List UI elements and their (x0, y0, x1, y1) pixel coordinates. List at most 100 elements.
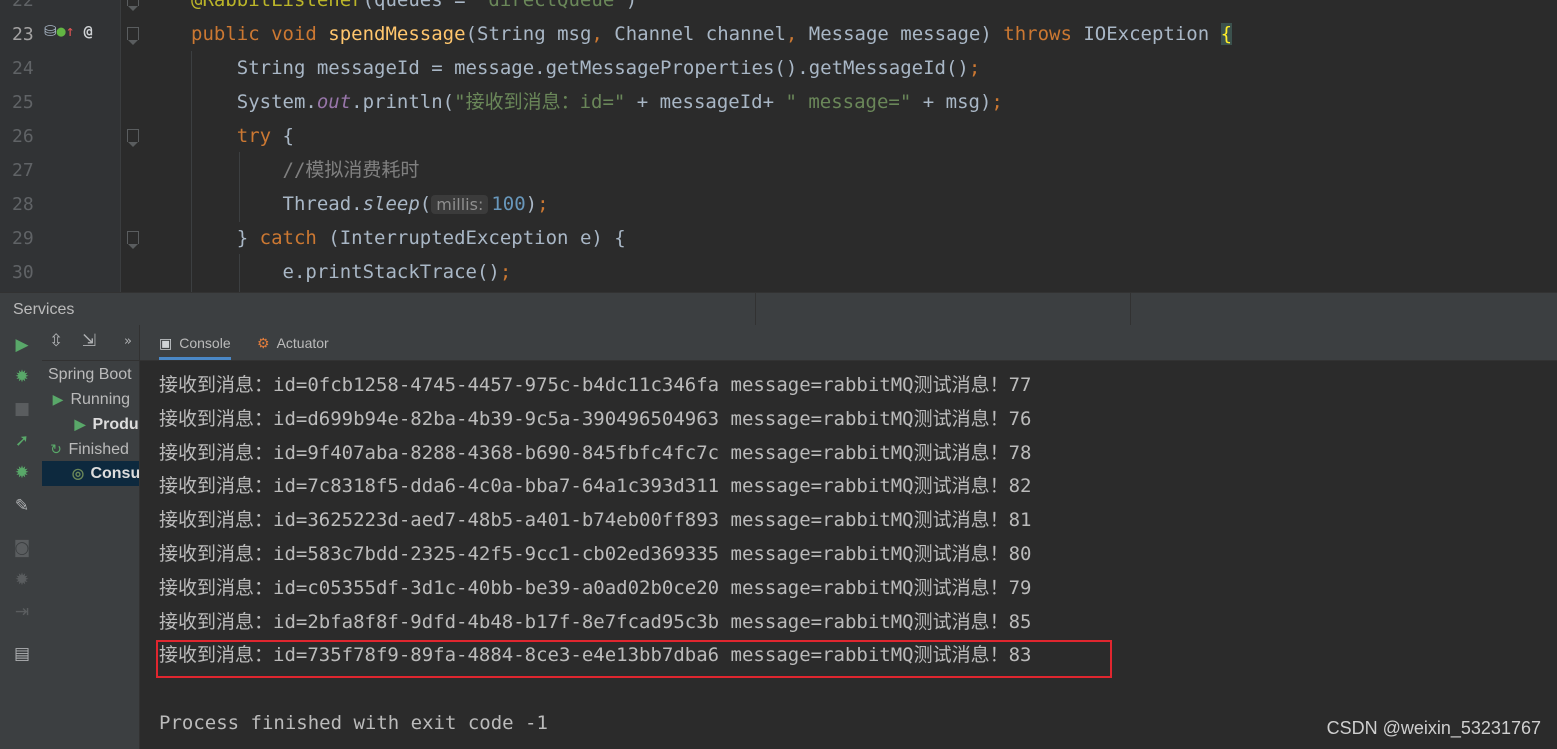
code-token: throws (1003, 23, 1084, 45)
run-icon: ▶ (52, 391, 64, 407)
console-line: 接收到消息：id=9f407aba-8288-4368-b690-845fbfc… (159, 441, 1032, 464)
code-token: //模拟消费耗时 (191, 159, 420, 181)
finished-icon: ↻ (50, 441, 62, 457)
code-line[interactable]: //模拟消费耗时 (191, 153, 420, 187)
console-line: 接收到消息：id=7c8318f5-dda6-4c0a-bba7-64a1c39… (159, 475, 1032, 498)
bug-icon[interactable]: ✹ (11, 569, 33, 591)
code-token: ; (991, 91, 1003, 113)
code-token: public (191, 23, 272, 45)
fold-marker-icon[interactable] (127, 129, 139, 147)
services-header: Services (0, 292, 1557, 326)
code-token: ; (537, 193, 549, 215)
services-title: Services (13, 301, 75, 318)
code-line[interactable]: } catch (InterruptedException e) { (191, 221, 626, 255)
line-number[interactable]: 25 (12, 92, 34, 113)
run-icon[interactable]: ▶ (11, 334, 33, 356)
code-token: out (316, 91, 352, 113)
code-token: millis: (431, 195, 489, 214)
exit-icon[interactable]: ⇥ (11, 601, 33, 623)
code-token: } (191, 227, 260, 249)
code-token: { (282, 125, 294, 147)
code-line[interactable]: String messageId = message.getMessagePro… (191, 51, 981, 85)
line-number[interactable]: 30 (12, 262, 34, 283)
code-token: System. (191, 91, 317, 113)
code-token: ) (625, 0, 638, 11)
debug-rerun-icon[interactable]: ✹ (11, 462, 33, 484)
gutter-line: 26 (0, 119, 120, 153)
code-token: ; (968, 57, 981, 79)
tab-label: Actuator (276, 335, 329, 351)
rerun-icon[interactable]: ➚ (11, 430, 33, 452)
divider (755, 293, 756, 326)
debug-icon[interactable]: ✹ (11, 366, 33, 388)
collapse-all-icon[interactable]: ⇲ (82, 331, 96, 351)
line-number[interactable]: 29 (12, 228, 34, 249)
listener-icon[interactable]: ⛁ (44, 22, 57, 40)
code-token: Message message) (808, 23, 1004, 45)
code-token: try (236, 125, 283, 147)
console-exit-line: Process finished with exit code -1 (159, 712, 548, 734)
divider (1130, 293, 1131, 326)
tree-item-running[interactable]: ▶ Running (42, 387, 139, 412)
line-number[interactable]: 22 (12, 0, 34, 11)
layout-icon[interactable]: ▤ (11, 643, 33, 665)
tab-console[interactable]: ▣ Console (159, 325, 231, 360)
run-icon: ▶ (74, 416, 86, 432)
more-icon[interactable]: » (124, 334, 132, 349)
stop-icon[interactable]: ■ (11, 398, 33, 420)
code-token: spendMessage (328, 23, 466, 45)
code-token: " message=" (785, 91, 912, 113)
tree-label: Running (70, 391, 131, 408)
code-token: void (271, 23, 329, 45)
tab-actuator[interactable]: ⚙ Actuator (257, 325, 329, 360)
code-editor[interactable]: 22 23 ⛁●↑ @24 25 26 27 28 29 30 @RabbitListener(… (0, 0, 1557, 292)
code-token: ( (419, 193, 432, 215)
code-token: + msg) (911, 91, 992, 113)
tree-item-consumer[interactable]: ◎ Consu (42, 461, 139, 486)
gutter-icons[interactable]: ⛁●↑ @ (44, 22, 93, 40)
tree-label: Produ (92, 416, 139, 433)
line-number[interactable]: 23 (12, 24, 34, 45)
code-line[interactable]: try { (191, 119, 294, 153)
tree-label: Finished (68, 441, 129, 458)
override-arrow-icon[interactable]: ↑ (66, 22, 75, 40)
code-token: Thread. (191, 193, 363, 215)
expand-all-icon[interactable]: ⇳ (49, 331, 63, 351)
code-token: ; (499, 261, 512, 283)
fold-marker-icon[interactable] (127, 0, 139, 11)
line-number[interactable]: 24 (12, 58, 34, 79)
fold-marker-icon[interactable] (127, 27, 139, 45)
console-line: 接收到消息：id=583c7bdd-2325-42f5-9cc1-cb02ed3… (159, 543, 1032, 565)
code-token: (String msg (465, 23, 592, 45)
gutter-line: 28 (0, 187, 120, 221)
gutter-line: 29 (0, 221, 120, 255)
gutter-line: 30 (0, 255, 120, 289)
tree-label: Consu (90, 465, 139, 482)
console-line: 接收到消息：id=3625223d-aed7-48b5-a401-b74eb00… (159, 509, 1032, 532)
wrench-icon[interactable]: ✎ (11, 495, 33, 517)
services-toolbar: ▶ ✹ ■ ➚ ✹ ✎ ◙ ✹ ⇥ ▤ (0, 325, 43, 749)
code-line[interactable]: public void spendMessage(String msg, Cha… (191, 17, 1233, 51)
code-line[interactable]: @RabbitListener(queues = "directQueue") (191, 0, 637, 17)
line-number[interactable]: 27 (12, 160, 34, 181)
code-line[interactable]: e.printStackTrace(); (191, 255, 512, 289)
tree-item-producer[interactable]: ▶ Produ (42, 412, 139, 437)
tree-item-spring-boot[interactable]: Spring Boot (42, 362, 139, 387)
line-number[interactable]: 28 (12, 194, 34, 215)
fold-marker-icon[interactable] (127, 231, 139, 249)
code-line[interactable]: Thread.sleep(millis: 100); (191, 187, 549, 221)
tree-item-finished[interactable]: ↻ Finished (42, 437, 139, 462)
gutter-line: 22 (0, 0, 120, 17)
line-number[interactable]: 26 (12, 126, 34, 147)
code-token: , (591, 23, 615, 45)
annotation-icon[interactable]: @ (84, 22, 93, 40)
code-token: String messageId = message.getMessagePro… (191, 57, 969, 79)
code-line[interactable]: System.out.println("接收到消息：id=" + message… (191, 85, 1003, 119)
console-line: 接收到消息：id=d699b94e-82ba-4b39-9c5a-3904965… (159, 407, 1032, 430)
gutter-line: 24 (0, 51, 120, 85)
code-token: Channel channel (614, 23, 786, 45)
console-line: 接收到消息：id=0fcb1258-4745-4457-975c-b4dc11c… (159, 374, 1032, 396)
camera-icon[interactable]: ◙ (11, 537, 33, 559)
implements-icon[interactable]: ● (57, 22, 66, 40)
